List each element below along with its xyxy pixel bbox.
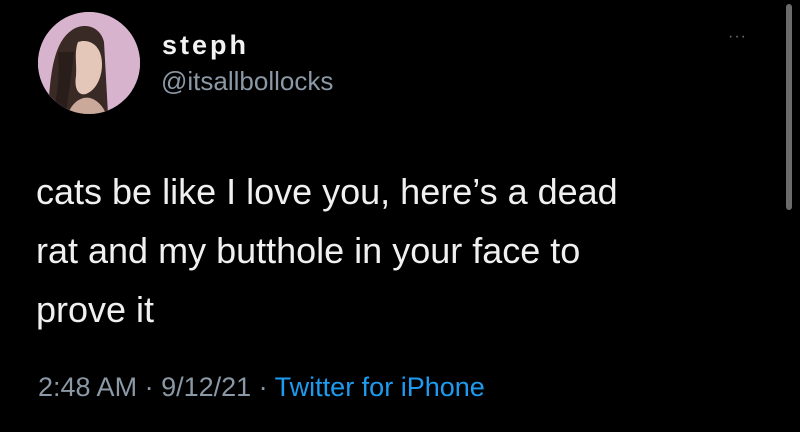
separator: · bbox=[251, 372, 275, 402]
tweet-text: cats be like I love you, here’s a dead r… bbox=[36, 171, 618, 330]
tweet-date[interactable]: 9/12/21 bbox=[161, 372, 251, 402]
tweet-card: steph @itsallbollocks ··· cats be like I… bbox=[0, 0, 800, 432]
tweet-time[interactable]: 2:48 AM bbox=[38, 372, 137, 402]
more-options-icon[interactable]: ··· bbox=[728, 28, 747, 46]
avatar[interactable] bbox=[38, 12, 140, 114]
scrollbar[interactable] bbox=[786, 4, 792, 210]
tweet-metadata: 2:48 AM · 9/12/21 · Twitter for iPhone bbox=[38, 372, 485, 403]
author-name[interactable]: steph bbox=[162, 30, 249, 61]
tweet-source-link[interactable]: Twitter for iPhone bbox=[275, 372, 485, 402]
separator: · bbox=[137, 372, 162, 402]
author-handle[interactable]: @itsallbollocks bbox=[161, 66, 333, 97]
